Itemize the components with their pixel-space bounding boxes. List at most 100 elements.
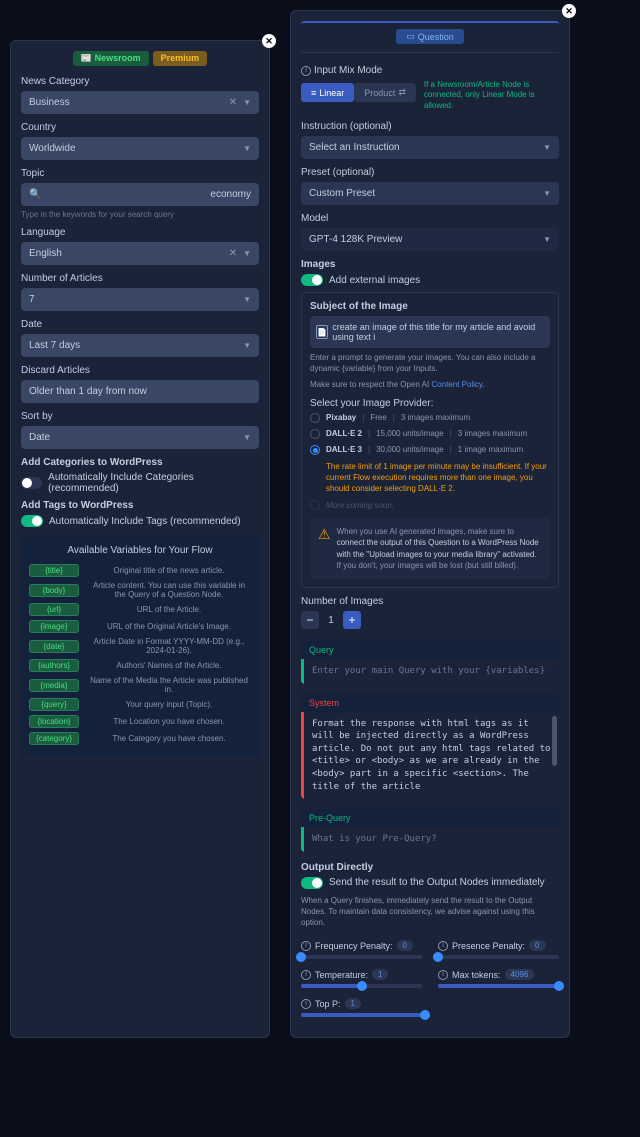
topic-input[interactable]: 🔍economy xyxy=(21,183,259,206)
query-label: Query xyxy=(301,641,559,659)
variable-desc: URL of the Original Article's Image. xyxy=(87,622,251,631)
add-cat-label: Add Categories to WordPress xyxy=(21,457,259,468)
variable-desc: Authors' Names of the Article. xyxy=(87,661,251,670)
tab-premium[interactable]: Premium xyxy=(153,51,208,66)
add-tags-toggle[interactable] xyxy=(21,515,43,527)
variable-badge: {location} xyxy=(29,715,79,728)
info-icon: i xyxy=(301,999,311,1009)
images-toggle[interactable] xyxy=(301,274,323,286)
topic-label: Topic xyxy=(21,168,259,179)
chevron-down-icon: ▼ xyxy=(243,295,251,304)
topic-help: Type in the keywords for your search que… xyxy=(21,210,259,219)
date-label: Date xyxy=(21,319,259,330)
image-section: Subject of the Image 📄 create an image o… xyxy=(301,292,559,588)
language-label: Language xyxy=(21,227,259,238)
variable-desc: Original title of the news article. xyxy=(87,566,251,575)
mode-note: If a Newsroom/Article Node is connected,… xyxy=(424,80,559,111)
variable-row: {body} Article content. You can use this … xyxy=(29,581,251,599)
country-select[interactable]: Worldwide▼ xyxy=(21,137,259,160)
linear-tab[interactable]: ≡ Linear xyxy=(301,83,354,102)
subject-input[interactable]: 📄 create an image of this title for my a… xyxy=(310,316,550,348)
add-tags-text: Automatically Include Tags (recommended) xyxy=(49,516,241,527)
info-icon: i xyxy=(438,941,448,951)
instruction-select[interactable]: Select an Instruction▼ xyxy=(301,136,559,159)
scrollbar[interactable] xyxy=(552,716,557,766)
close-icon[interactable]: ✕ xyxy=(562,4,576,18)
subject-label: Subject of the Image xyxy=(310,301,550,312)
query-body[interactable]: Enter your main Query with your {variabl… xyxy=(301,659,559,684)
provider-label: Select your Image Provider: xyxy=(310,398,550,409)
variable-badge: {title} xyxy=(29,564,79,577)
provider-dalle3[interactable]: DALL·E 3|30,000 units/image|1 image maxi… xyxy=(310,445,550,455)
prequery-body[interactable]: What is your Pre-Query? xyxy=(301,827,559,852)
num-images-value: 1 xyxy=(319,615,343,626)
variable-desc: The Category you have chosen. xyxy=(87,734,251,743)
variable-badge: {body} xyxy=(29,584,79,597)
provider-pixabay[interactable]: Pixabay|Free|3 images maximum xyxy=(310,413,550,423)
top-p-slider[interactable] xyxy=(301,1013,425,1017)
chevron-down-icon: ▼ xyxy=(243,98,251,107)
discard-select[interactable]: Older than 1 day from now xyxy=(21,380,259,403)
category-select[interactable]: Business ✕▼ xyxy=(21,91,259,114)
document-icon: 📄 xyxy=(316,325,328,339)
preset-select[interactable]: Custom Preset▼ xyxy=(301,182,559,205)
warning-icon: ⚠ xyxy=(318,526,331,571)
num-images-label: Number of Images xyxy=(301,596,559,607)
info-icon: i xyxy=(301,970,311,980)
chevron-down-icon: ▼ xyxy=(543,143,551,152)
prequery-editor[interactable]: Pre-Query What is your Pre-Query? xyxy=(301,809,559,852)
instruction-label: Instruction (optional) xyxy=(301,121,559,132)
variable-row: {url}URL of the Article. xyxy=(29,603,251,616)
variable-row: {image} URL of the Original Article's Ima… xyxy=(29,620,251,633)
variable-row: {location} The Location you have chosen. xyxy=(29,715,251,728)
variable-row: {media}Name of the Media the Article was… xyxy=(29,676,251,694)
variable-badge: {authors} xyxy=(29,659,79,672)
mix-mode-label: i Input Mix Mode xyxy=(301,65,559,76)
provider-dalle2[interactable]: DALL·E 2|15,000 units/image|3 images max… xyxy=(310,429,550,439)
chevron-down-icon: ▼ xyxy=(243,249,251,258)
preset-label: Preset (optional) xyxy=(301,167,559,178)
country-label: Country xyxy=(21,122,259,133)
decrement-button[interactable]: − xyxy=(301,611,319,629)
discard-label: Discard Articles xyxy=(21,365,259,376)
images-label: Images xyxy=(301,259,559,270)
frequency-slider[interactable] xyxy=(301,955,422,959)
add-tags-label: Add Tags to WordPress xyxy=(21,500,259,511)
add-cat-text: Automatically Include Categories (recomm… xyxy=(48,472,259,494)
content-policy-link[interactable]: Content Policy xyxy=(431,380,482,389)
clear-icon[interactable]: ✕ xyxy=(229,97,237,108)
variable-badge: {date} xyxy=(29,640,79,653)
variable-badge: {media} xyxy=(29,679,79,692)
clear-icon[interactable]: ✕ xyxy=(229,248,237,259)
system-editor[interactable]: System Format the response with html tag… xyxy=(301,694,559,800)
max-tokens-slider[interactable] xyxy=(438,984,559,988)
variable-desc: Your query input (Topic). xyxy=(87,700,251,709)
add-categories-toggle[interactable] xyxy=(21,477,42,489)
temperature-slider[interactable] xyxy=(301,984,422,988)
variable-row: {title} Original title of the news articl… xyxy=(29,564,251,577)
query-editor[interactable]: Query Enter your main Query with your {v… xyxy=(301,641,559,684)
variable-desc: Article content. You can use this variab… xyxy=(87,581,251,599)
language-select[interactable]: English ✕▼ xyxy=(21,242,259,265)
increment-button[interactable]: + xyxy=(343,611,361,629)
newsroom-node: ✕ 📰 Newsroom Premium News Category Busin… xyxy=(10,40,270,1038)
date-select[interactable]: Last 7 days▼ xyxy=(21,334,259,357)
variable-desc: The Location you have chosen. xyxy=(87,717,251,726)
close-icon[interactable]: ✕ xyxy=(262,34,276,48)
variable-row: {authors} Authors' Names of the Article. xyxy=(29,659,251,672)
chevron-down-icon: ▼ xyxy=(243,433,251,442)
info-icon: i xyxy=(301,941,311,951)
product-tab[interactable]: Product ⇄ xyxy=(354,83,416,102)
model-label: Model xyxy=(301,213,559,224)
sort-select[interactable]: Date▼ xyxy=(21,426,259,449)
model-select[interactable]: GPT-4 128K Preview▼ xyxy=(301,228,559,251)
variable-badge: {image} xyxy=(29,620,79,633)
output-toggle[interactable] xyxy=(301,877,323,889)
presence-slider[interactable] xyxy=(438,955,559,959)
system-body[interactable]: Format the response with html tags as it… xyxy=(301,712,559,800)
search-icon: 🔍 xyxy=(29,189,41,200)
num-articles-select[interactable]: 7▼ xyxy=(21,288,259,311)
tab-newsroom[interactable]: 📰 Newsroom xyxy=(73,51,149,66)
variable-desc: URL of the Article. xyxy=(87,605,251,614)
provider-coming: More coming soon. xyxy=(310,500,550,510)
